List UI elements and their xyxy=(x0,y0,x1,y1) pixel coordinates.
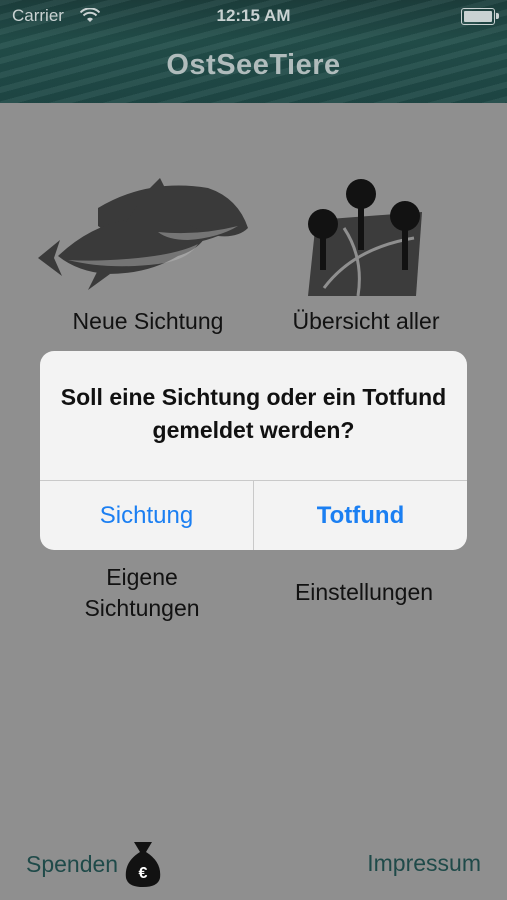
battery-icon xyxy=(461,8,499,25)
tile-settings-label: Einstellungen xyxy=(294,579,434,605)
tile-own-sightings[interactable]: Eigene Sichtungen xyxy=(42,562,242,624)
clock: 12:15 AM xyxy=(216,6,291,25)
sighting-button[interactable]: Sichtung xyxy=(40,481,253,550)
dead-find-button[interactable]: Totfund xyxy=(253,481,467,550)
tile-overview[interactable]: Übersicht aller xyxy=(268,178,464,337)
tile-own-sightings-label-line2: Sichtungen xyxy=(84,595,200,621)
tile-settings[interactable]: Einstellungen xyxy=(266,562,462,608)
alert-message: Soll eine Sichtung oder ein Totfund geme… xyxy=(60,384,447,443)
tile-overview-label: Übersicht aller xyxy=(292,308,440,334)
alert-dialog: Soll eine Sichtung oder ein Totfund geme… xyxy=(40,351,467,550)
app-title: OstSeeTiere xyxy=(166,49,341,81)
alert-button-row: Sichtung Totfund xyxy=(40,480,467,550)
tile-new-sighting[interactable]: Neue Sichtung xyxy=(38,178,254,337)
tile-new-sighting-label: Neue Sichtung xyxy=(72,308,224,334)
tile-own-sightings-label-line1: Eigene xyxy=(106,564,178,590)
imprint-link[interactable]: Impressum xyxy=(367,850,481,877)
donate-label: Spenden xyxy=(26,850,119,877)
donate-link[interactable]: Spenden € xyxy=(26,840,162,888)
svg-text:€: € xyxy=(139,865,148,882)
money-bag-icon: € xyxy=(125,842,161,887)
porpoise-icon xyxy=(38,178,248,290)
app-header: Carrier 12:15 AM OstSeeTiere xyxy=(0,0,507,103)
map-pins-icon xyxy=(308,179,422,296)
status-bar: Carrier 12:15 AM xyxy=(0,6,507,30)
